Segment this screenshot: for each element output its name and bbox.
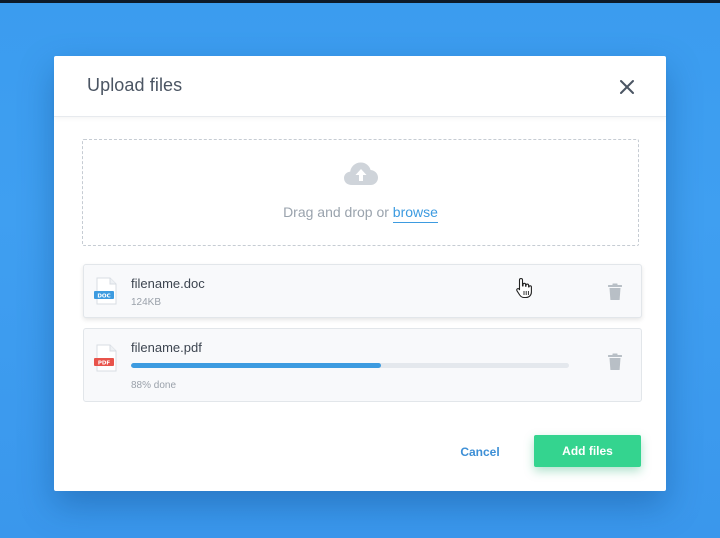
cancel-button[interactable]: Cancel: [442, 436, 518, 468]
browse-link[interactable]: browse: [392, 204, 438, 223]
file-type-badge: DOC: [97, 293, 110, 299]
page-background: { "dialog": { "title": "Upload files", "…: [0, 0, 720, 538]
delete-file-button[interactable]: [607, 353, 623, 371]
cloud-upload-icon: [344, 162, 378, 185]
upload-progress-fill: [131, 363, 381, 368]
drop-instructions: Drag and drop or browse: [83, 204, 638, 223]
dialog-header: Upload files: [54, 56, 666, 117]
close-icon: [620, 80, 634, 94]
upload-progress-bar: [131, 363, 569, 368]
delete-file-button[interactable]: [607, 283, 623, 301]
trash-icon: [608, 283, 622, 300]
dialog-title: Upload files: [87, 75, 183, 95]
file-type-badge: PDF: [98, 360, 111, 366]
doc-file-icon: DOC: [94, 277, 117, 305]
add-files-button[interactable]: Add files: [534, 435, 641, 467]
top-edge-strip: [0, 0, 720, 3]
drop-text-prefix: Drag and drop or: [283, 204, 393, 220]
file-name: filename.pdf: [131, 340, 202, 355]
trash-icon: [608, 353, 622, 370]
close-button[interactable]: [616, 76, 638, 98]
hand-pointer-icon: [516, 277, 532, 299]
upload-progress-label: 88% done: [131, 380, 177, 391]
file-item-doc: DOC filename.doc 124KB: [83, 264, 642, 318]
drop-zone[interactable]: Drag and drop or browse: [82, 139, 639, 246]
upload-dialog: Upload files Drag and drop or browse DOC…: [54, 56, 666, 491]
file-item-pdf: PDF filename.pdf 88% done: [83, 328, 642, 402]
file-size: 124KB: [131, 297, 162, 308]
file-name: filename.doc: [131, 276, 205, 291]
pdf-file-icon: PDF: [94, 344, 117, 372]
